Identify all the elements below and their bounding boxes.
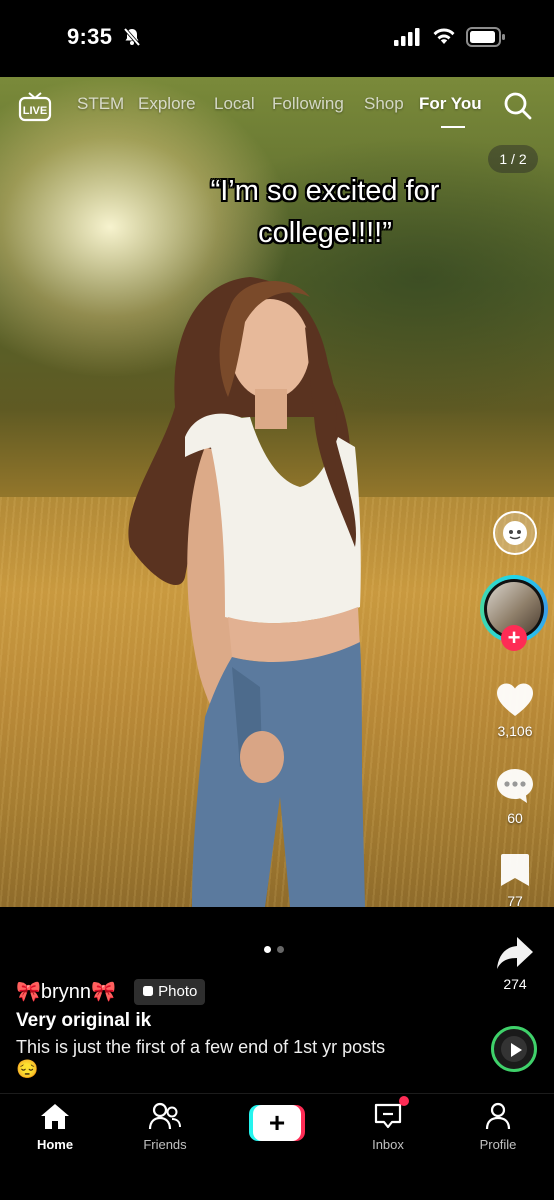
tab-shop[interactable]: Shop xyxy=(364,94,404,114)
like-button[interactable]: 3,106 xyxy=(490,682,540,739)
tab-inbox-label: Inbox xyxy=(372,1137,404,1152)
search-icon[interactable] xyxy=(503,91,533,126)
save-button[interactable]: 77 xyxy=(490,852,540,909)
create-button[interactable]: + xyxy=(249,1105,305,1141)
bow-emoji: 🎀 xyxy=(90,981,116,1003)
tab-profile-label: Profile xyxy=(479,1137,517,1152)
carousel-dot-active xyxy=(264,946,271,953)
share-arrow-icon xyxy=(497,937,533,969)
tab-local[interactable]: Local xyxy=(214,94,255,114)
active-tab-underline xyxy=(441,126,465,128)
save-count: 77 xyxy=(507,893,523,909)
bottom-tab-bar: Home Friends + Inbox Profile xyxy=(0,1093,554,1200)
inbox-notification-dot xyxy=(399,1096,409,1106)
photo-caption: “I’m so excited for college!!!!” xyxy=(160,170,490,254)
tab-profile[interactable]: Profile xyxy=(458,1102,538,1152)
tab-inbox[interactable]: Inbox xyxy=(348,1102,428,1152)
tab-friends[interactable]: Friends xyxy=(125,1102,205,1152)
follow-plus-button[interactable]: + xyxy=(501,625,527,651)
tab-for-you[interactable]: For You xyxy=(419,94,482,114)
profile-icon xyxy=(485,1102,511,1130)
tab-home[interactable]: Home xyxy=(15,1102,95,1152)
play-icon xyxy=(511,1043,522,1057)
photo-icon xyxy=(143,986,153,996)
music-disc[interactable] xyxy=(491,1026,537,1072)
photo-page-counter: 1 / 2 xyxy=(488,145,538,173)
collab-button[interactable] xyxy=(492,510,538,561)
inbox-icon xyxy=(374,1103,402,1129)
tab-explore[interactable]: Explore xyxy=(138,94,196,114)
carousel-dots xyxy=(264,940,290,958)
comment-count: 60 xyxy=(507,810,523,826)
caption-line-1: “I’m so excited for xyxy=(210,175,440,207)
collab-face-icon xyxy=(493,511,537,555)
comment-bubble-icon xyxy=(497,769,533,803)
heart-icon xyxy=(497,683,533,716)
caption-line-2: college!!!!” xyxy=(258,217,392,249)
photo-badge-label: Photo xyxy=(158,983,198,1000)
wifi-icon xyxy=(432,27,456,50)
share-button[interactable]: 274 xyxy=(490,935,540,992)
bow-emoji: 🎀 xyxy=(16,981,41,1003)
tab-friends-label: Friends xyxy=(143,1137,187,1152)
share-count: 274 xyxy=(503,976,527,992)
carousel-dot xyxy=(277,946,284,953)
status-bar: 9:35 xyxy=(0,0,554,77)
create-plus-icon: + xyxy=(253,1105,301,1141)
friends-icon xyxy=(148,1102,181,1130)
svg-text:LIVE: LIVE xyxy=(23,105,47,117)
live-icon[interactable]: LIVE xyxy=(18,90,52,127)
comment-button[interactable]: 60 xyxy=(490,767,540,826)
top-nav: LIVE STEM Explore Local Following Shop F… xyxy=(0,88,554,128)
tab-home-label: Home xyxy=(36,1137,74,1152)
photo-mode-badge: Photo xyxy=(134,979,206,1005)
creator-username[interactable]: 🎀brynn🎀 xyxy=(16,979,116,1004)
battery-icon xyxy=(466,27,506,52)
home-icon xyxy=(41,1104,69,1129)
cellular-signal-icon xyxy=(394,28,420,51)
bookmark-icon xyxy=(501,854,529,886)
status-time: 9:35 xyxy=(67,24,113,49)
post-title: Very original ik xyxy=(16,1010,152,1031)
like-count: 3,106 xyxy=(497,723,533,739)
post-description[interactable]: This is just the first of a few end of 1… xyxy=(16,1036,396,1080)
tab-stem[interactable]: STEM xyxy=(77,94,124,114)
username-text: brynn xyxy=(40,981,91,1003)
tab-following[interactable]: Following xyxy=(272,94,344,114)
silent-bell-icon xyxy=(122,27,142,52)
